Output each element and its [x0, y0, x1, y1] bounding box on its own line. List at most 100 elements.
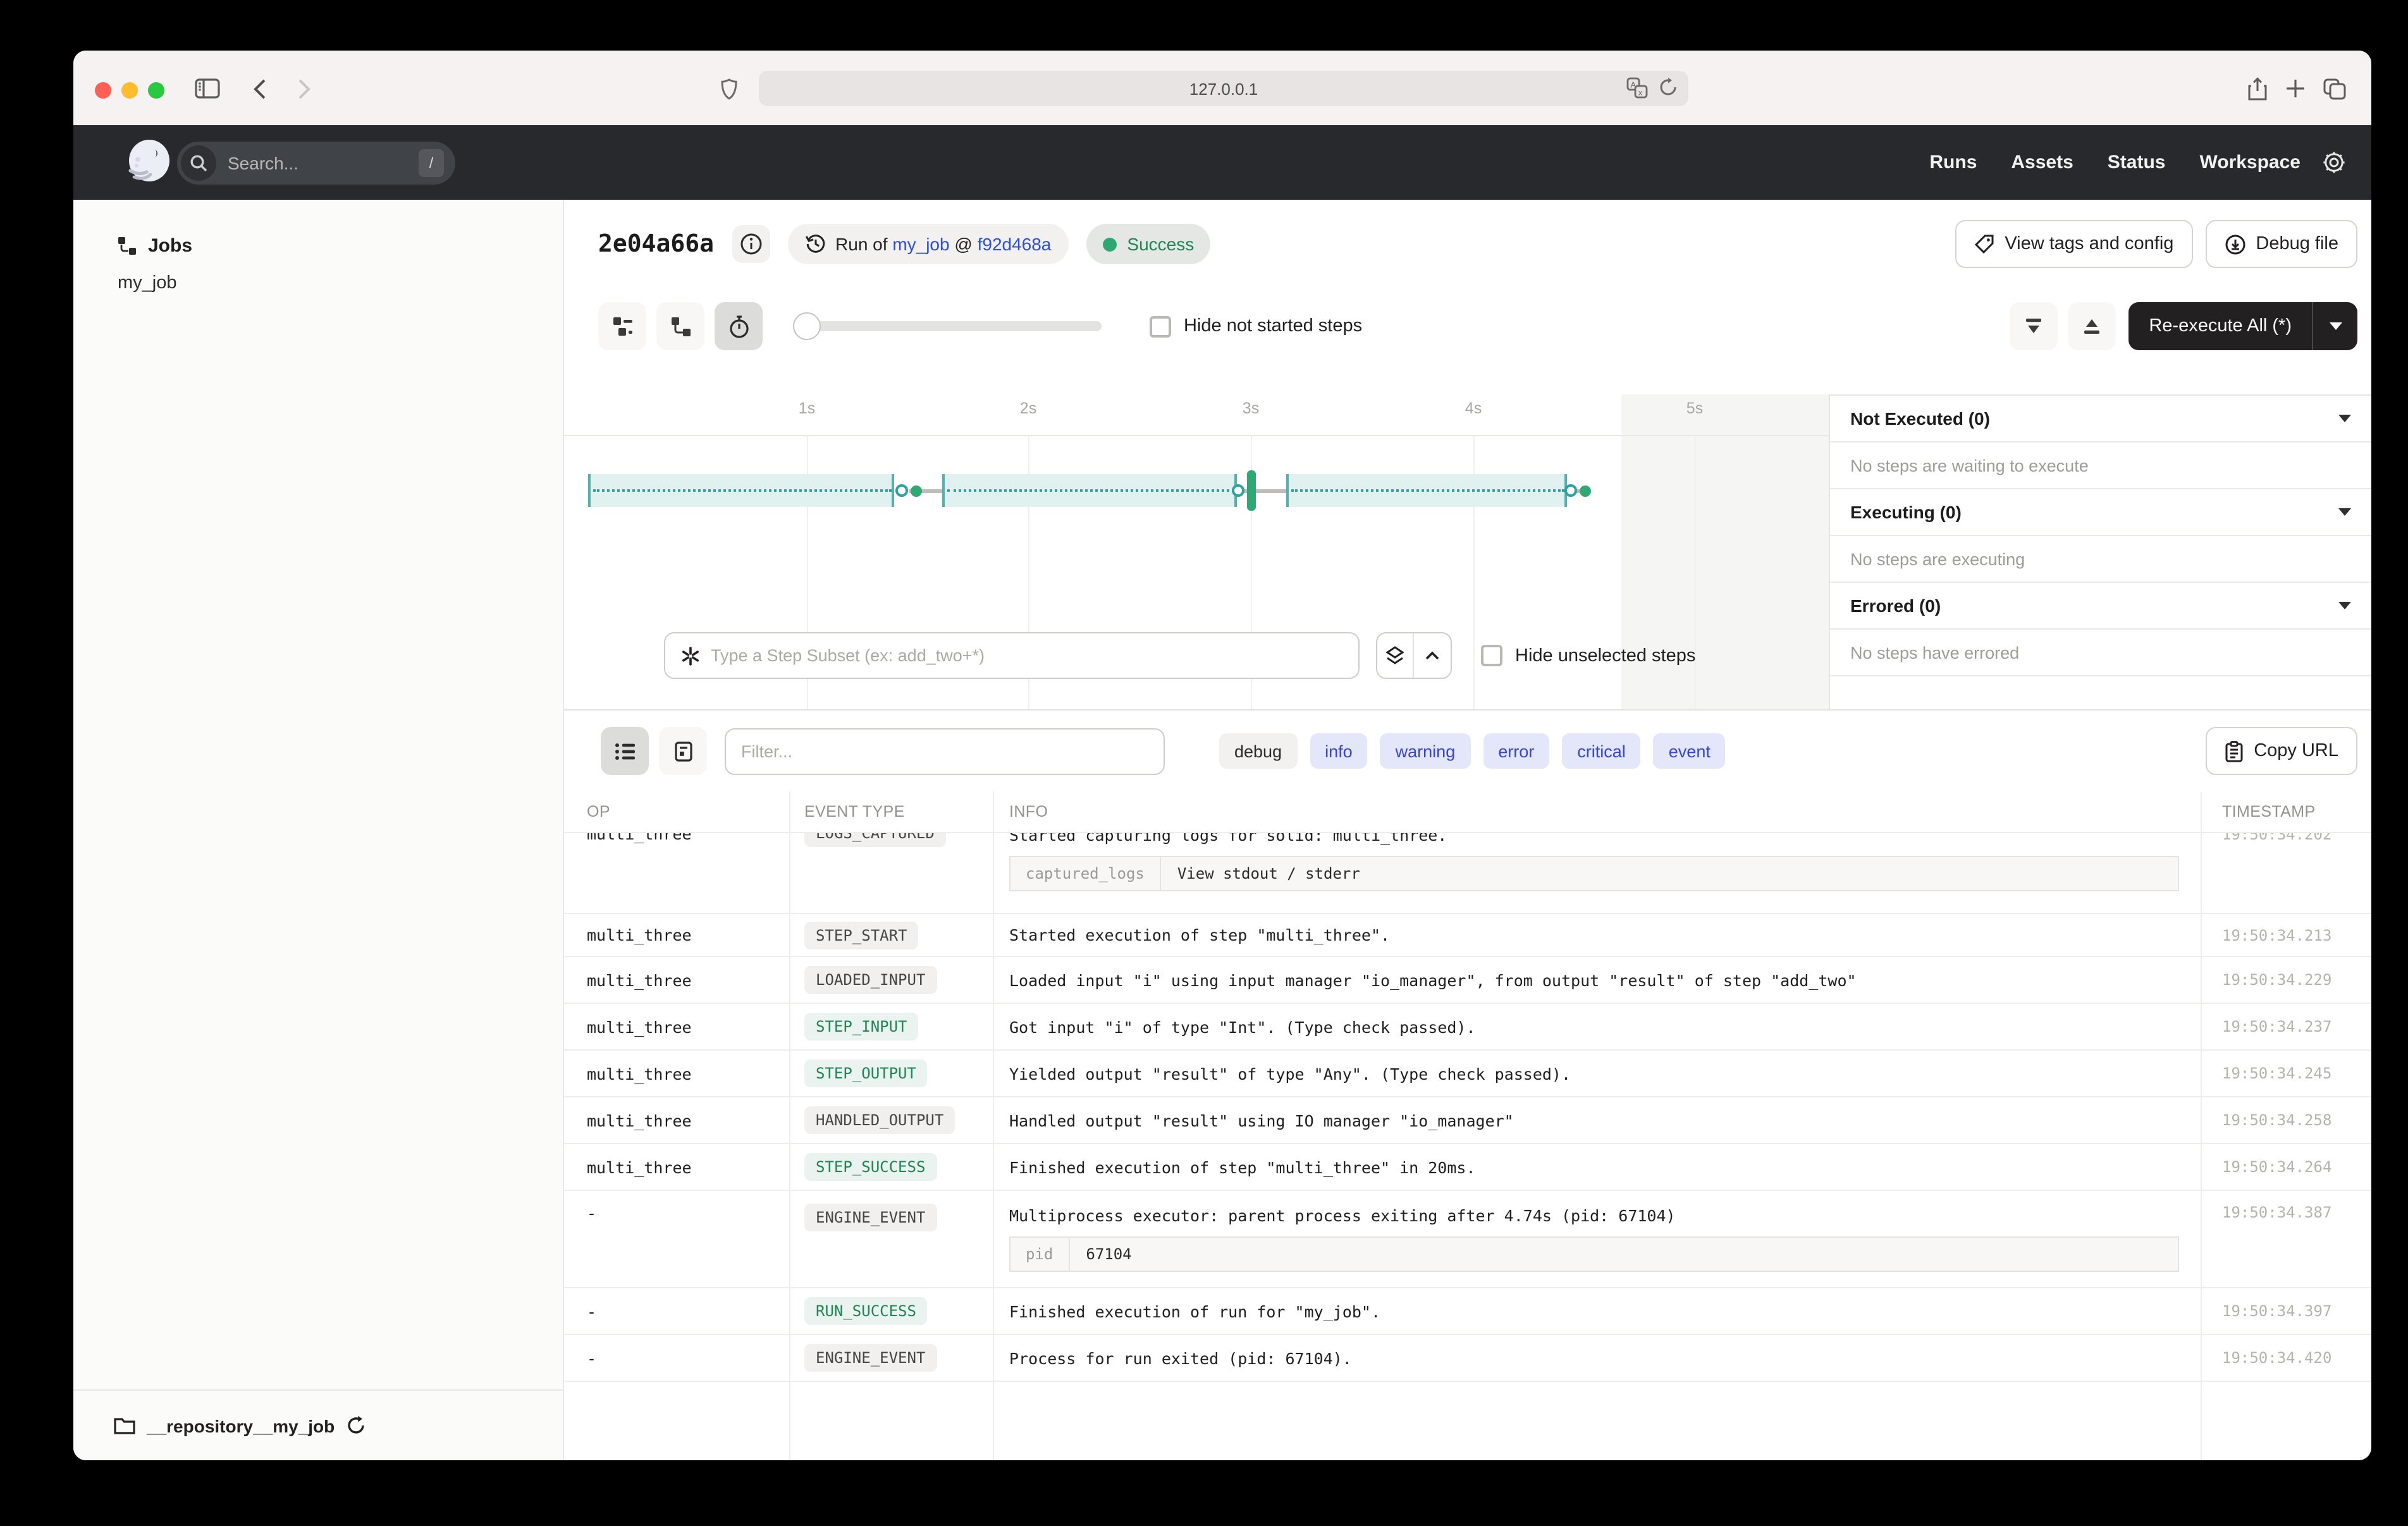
chevron-down-icon [2338, 508, 2351, 516]
chevron-down-icon [2338, 602, 2351, 609]
zoom-slider-thumb[interactable] [793, 312, 821, 340]
folder-icon [114, 1417, 135, 1434]
sidebar-toggle-icon[interactable] [191, 72, 224, 105]
debug-file-button[interactable]: Debug file [2205, 220, 2357, 268]
sidebar-item-my-job[interactable]: my_job [73, 257, 563, 293]
commit-link[interactable]: f92d468a [978, 234, 1052, 254]
step-subset-input[interactable] [711, 646, 1358, 665]
at-separator: @ [950, 234, 978, 254]
back-button[interactable] [243, 72, 276, 105]
run-info-icon[interactable] [732, 225, 770, 263]
level-chip-event[interactable]: event [1654, 733, 1726, 769]
close-window-button[interactable] [95, 82, 111, 99]
run-status-text: Success [1127, 234, 1194, 254]
tab-overview-icon[interactable] [2318, 72, 2351, 105]
sidebar-jobs-label: Jobs [148, 235, 192, 257]
settings-gear-icon[interactable] [2322, 150, 2346, 174]
log-row[interactable]: - ENGINE_EVENT Multiprocess executor: pa… [564, 1191, 2371, 1288]
run-status-badge: Success [1086, 224, 1210, 264]
share-icon[interactable] [2241, 72, 2274, 105]
log-row[interactable]: - ENGINE_EVENT Process for run exited (p… [564, 1335, 2371, 1382]
gantt-marker-circle-2[interactable] [1232, 484, 1244, 497]
minimize-window-button[interactable] [121, 82, 138, 99]
url-text: 127.0.0.1 [1189, 79, 1258, 98]
dagster-logo[interactable] [125, 138, 173, 186]
log-level-filters: debug info warning error critical event [1219, 733, 1726, 769]
gantt-step-bar[interactable] [1247, 470, 1256, 511]
level-chip-debug[interactable]: debug [1219, 733, 1297, 769]
browser-chrome: 127.0.0.1 A x [73, 51, 2371, 125]
expand-all-icon[interactable] [2068, 302, 2116, 350]
view-tags-config-button[interactable]: View tags and config [1955, 220, 2192, 268]
hide-unselected-checkbox[interactable] [1481, 645, 1502, 666]
browser-window: 127.0.0.1 A x [73, 51, 2371, 1460]
tick-5s: 5s [1686, 400, 1703, 417]
nav-workspace[interactable]: Workspace [2199, 152, 2300, 173]
level-chip-critical[interactable]: critical [1562, 733, 1641, 769]
panel-header-errored[interactable]: Errored (0) [1830, 583, 2371, 630]
hide-not-started-label: Hide not started steps [1184, 316, 1362, 336]
level-chip-info[interactable]: info [1310, 733, 1368, 769]
flat-view-button[interactable] [598, 302, 646, 350]
level-chip-error[interactable]: error [1483, 733, 1549, 769]
new-tab-icon[interactable] [2279, 72, 2312, 105]
collapse-all-icon[interactable] [2010, 302, 2058, 350]
log-row[interactable]: multi_three STEP_SUCCESS Finished execut… [564, 1144, 2371, 1191]
level-chip-warning[interactable]: warning [1380, 733, 1471, 769]
hide-unselected-label: Hide unselected steps [1515, 645, 1695, 666]
global-search[interactable]: Search... / [177, 142, 455, 185]
log-row[interactable]: multi_three STEP_OUTPUT Yielded output "… [564, 1051, 2371, 1097]
gantt-marker-circle-3[interactable] [1564, 484, 1577, 497]
captured-logs-metadata[interactable]: captured_logs View stdout / stderr [1009, 856, 2179, 891]
hide-not-started-checkbox[interactable] [1150, 315, 1171, 337]
event-type-tag: RUN_SUCCESS [804, 1297, 928, 1325]
log-row[interactable]: multi_three STEP_INPUT Got input "i" of … [564, 1004, 2371, 1051]
reexecute-dropdown-button[interactable] [2312, 302, 2357, 350]
copy-url-button[interactable]: Copy URL [2206, 727, 2357, 775]
gantt-marker-dot-2[interactable] [1580, 485, 1591, 497]
log-row[interactable]: - RUN_SUCCESS Finished execution of run … [564, 1288, 2371, 1335]
url-bar[interactable]: 127.0.0.1 A x [759, 71, 1688, 106]
repository-footer: __repository__my_job [73, 1389, 563, 1460]
zoom-window-button[interactable] [148, 82, 164, 99]
event-type-tag: STEP_INPUT [804, 1013, 919, 1041]
timed-view-button[interactable] [715, 302, 763, 350]
nav-runs[interactable]: Runs [1929, 152, 1977, 173]
chevron-down-icon [2338, 415, 2351, 422]
log-structured-view-button[interactable] [659, 727, 707, 775]
chevron-up-icon[interactable] [1414, 633, 1451, 678]
panel-header-not-executed[interactable]: Not Executed (0) [1830, 396, 2371, 443]
jobs-icon [118, 236, 137, 255]
gantt-toolbar: Hide not started steps Re-execute All (*… [564, 288, 2371, 364]
reload-repository-icon[interactable] [346, 1416, 365, 1435]
job-link[interactable]: my_job [892, 234, 949, 254]
reexecute-all-button[interactable]: Re-execute All (*) [2128, 302, 2312, 350]
zoom-slider[interactable] [796, 321, 1102, 331]
view-stdout-link[interactable]: View stdout / stderr [1161, 857, 1377, 890]
log-list-view-button[interactable] [601, 727, 649, 775]
chevron-down-icon [2329, 322, 2342, 330]
nav-status[interactable]: Status [2108, 152, 2166, 173]
gantt-marker-dot-1[interactable] [911, 485, 922, 497]
gantt-marker-circle-1[interactable] [895, 484, 908, 497]
log-filter-input[interactable] [725, 728, 1165, 774]
waterfall-view-button[interactable] [656, 302, 704, 350]
log-row[interactable]: multi_three LOADED_INPUT Loaded input "i… [564, 957, 2371, 1004]
step-subset-input-wrap [664, 632, 1360, 679]
panel-empty-not-executed: No steps are waiting to execute [1850, 456, 2089, 475]
fit-graph-icon[interactable] [1377, 633, 1414, 678]
log-toolbar: debug info warning error critical event [564, 711, 2371, 791]
reexecute-split-button: Re-execute All (*) [2128, 302, 2357, 350]
panel-header-executing[interactable]: Executing (0) [1830, 489, 2371, 536]
repository-name: __repository__my_job [147, 1415, 335, 1436]
event-type-tag: STEP_SUCCESS [804, 1153, 937, 1181]
log-row[interactable]: multi_three STEP_START Started execution… [564, 914, 2371, 957]
nav-assets[interactable]: Assets [2011, 152, 2073, 173]
run-header: 2e04a66a Run of my_job @ f92d468a Succes… [564, 200, 2371, 288]
run-page: 2e04a66a Run of my_job @ f92d468a Succes… [564, 200, 2371, 1460]
forward-button[interactable] [287, 72, 320, 105]
log-row[interactable]: multi_three LOGS_CAPTURED Started captur… [564, 833, 2371, 914]
col-event-type: EVENT TYPE [789, 791, 993, 832]
tick-3s: 3s [1243, 400, 1259, 417]
log-row[interactable]: multi_three HANDLED_OUTPUT Handled outpu… [564, 1097, 2371, 1144]
